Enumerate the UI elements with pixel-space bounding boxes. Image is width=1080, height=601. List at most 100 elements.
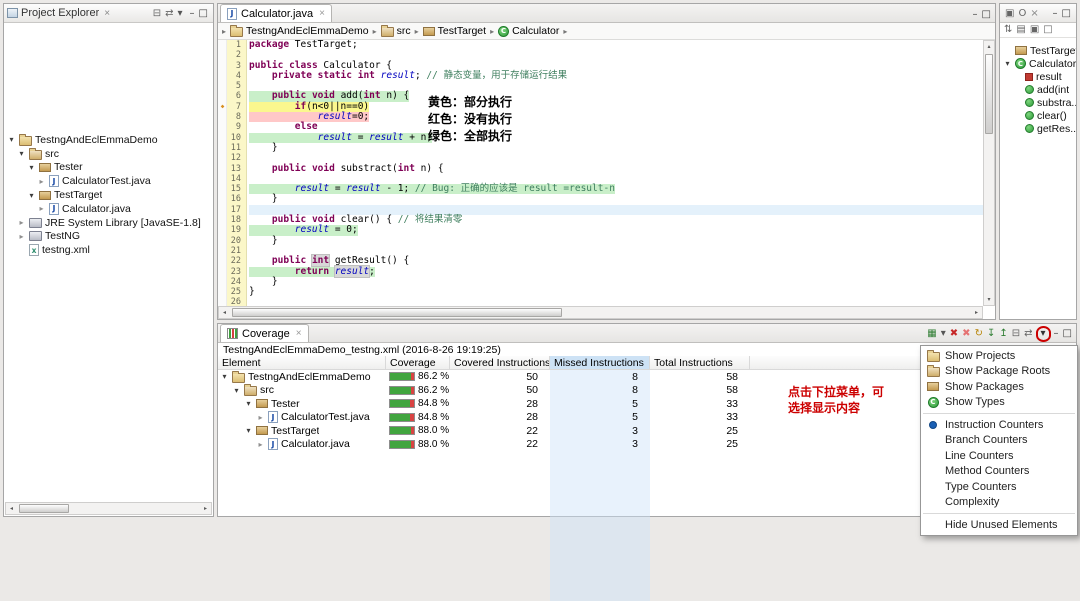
project-item-testng-xml[interactable]: testng.xml xyxy=(4,243,213,257)
scroll-up-icon[interactable]: ▴ xyxy=(984,41,995,52)
tree-toggle-icon[interactable]: ▸ xyxy=(256,413,265,422)
menu-item-instruction-counters[interactable]: Instruction Counters xyxy=(921,417,1077,433)
scrollbar-thumb[interactable] xyxy=(985,54,993,134)
session-dropdown-icon[interactable]: ▾ xyxy=(939,328,948,340)
line-number[interactable]: 16 xyxy=(227,194,244,204)
menu-item-show-types[interactable]: Show Types xyxy=(921,395,1077,411)
tab-coverage[interactable]: Coverage × xyxy=(220,324,309,342)
line-number[interactable]: 7 xyxy=(227,102,244,112)
menu-item-complexity[interactable]: Complexity xyxy=(921,495,1077,511)
collapse-all-icon[interactable]: ⊟ xyxy=(1010,328,1022,340)
code-text[interactable]: return result; xyxy=(249,267,983,277)
scroll-left-icon[interactable]: ◂ xyxy=(6,503,17,514)
tree-toggle-icon[interactable]: ▸ xyxy=(37,177,46,186)
code-text[interactable]: } xyxy=(249,194,983,204)
outline-item-result[interactable]: result xyxy=(1000,70,1076,83)
show-source-icon[interactable]: ▣ xyxy=(1003,8,1016,19)
line-number[interactable]: 22 xyxy=(227,256,244,266)
code-text[interactable]: result = result + n; xyxy=(249,133,983,143)
code-text[interactable]: public void clear() { // 将结果清零 xyxy=(249,215,983,225)
line-number[interactable]: 11 xyxy=(227,143,244,153)
tree-toggle-icon[interactable]: ▾ xyxy=(7,135,16,144)
collapse-all-icon[interactable]: ⊟ xyxy=(151,8,163,19)
project-item-jre-system-library-javase-1-8[interactable]: ▸JRE System Library [JavaSE-1.8] xyxy=(4,216,213,230)
line-number[interactable]: 5 xyxy=(227,81,244,91)
project-item-testtarget[interactable]: ▾TestTarget xyxy=(4,188,213,202)
project-item-tester[interactable]: ▾Tester xyxy=(4,161,213,175)
minimize-icon[interactable]: – xyxy=(971,9,980,20)
tree-toggle-icon[interactable]: ▾ xyxy=(27,163,36,172)
close-icon[interactable]: × xyxy=(294,328,302,339)
menu-item-type-counters[interactable]: Type Counters xyxy=(921,479,1077,495)
code-text[interactable]: result=0; xyxy=(249,112,983,122)
project-item-calculator-java[interactable]: ▸Calculator.java xyxy=(4,202,213,216)
new-session-icon[interactable]: ▦ xyxy=(925,328,938,340)
line-number[interactable]: 15 xyxy=(227,184,244,194)
breadcrumb-item-testngandeclemmademo[interactable]: TestngAndEclEmmaDemo xyxy=(230,25,369,37)
menu-item-show-projects[interactable]: Show Projects xyxy=(921,348,1077,364)
code-text[interactable] xyxy=(249,297,983,306)
column-header-element[interactable]: Element xyxy=(218,356,386,369)
column-header-missed-instructions[interactable]: Missed Instructions xyxy=(550,356,650,369)
maximize-icon[interactable]: □ xyxy=(197,8,210,19)
scrollbar-thumb[interactable] xyxy=(19,504,69,513)
column-header-total-instructions[interactable]: Total Instructions xyxy=(650,356,750,369)
breadcrumb-toggle-icon[interactable]: ▸ xyxy=(222,27,226,36)
code-text[interactable]: result = result - 1; // Bug: 正确的应该是 resu… xyxy=(249,184,983,194)
hide-static-members-icon[interactable]: ▣ xyxy=(1028,24,1041,36)
view-menu-icon[interactable]: ▾ xyxy=(176,8,185,19)
maximize-icon[interactable]: □ xyxy=(980,9,993,20)
code-text[interactable]: package TestTarget; xyxy=(249,40,983,50)
menu-item-show-package-roots[interactable]: Show Package Roots xyxy=(921,364,1077,380)
remove-session-icon[interactable]: ✖ xyxy=(948,328,960,340)
code-text[interactable]: public void substract(int n) { xyxy=(249,164,983,174)
code-text[interactable]: result = 0; xyxy=(249,225,983,235)
hide-non-public-members-icon[interactable]: □ xyxy=(1041,24,1054,36)
line-number[interactable]: 9 xyxy=(227,122,244,132)
close-icon[interactable]: × xyxy=(1028,8,1040,19)
tree-toggle-icon[interactable]: ▾ xyxy=(244,399,253,408)
minimize-icon[interactable]: – xyxy=(1052,328,1061,340)
tab-calculator-java[interactable]: Calculator.java × xyxy=(220,4,332,22)
tree-toggle-icon[interactable]: ▾ xyxy=(220,372,229,381)
horizontal-scrollbar[interactable]: ◂▸ xyxy=(5,502,212,515)
scrollbar-track[interactable] xyxy=(230,307,971,318)
line-number[interactable]: 19 xyxy=(227,225,244,235)
breadcrumb-item-calculator[interactable]: Calculator xyxy=(498,25,559,37)
project-item-testngandeclemmademo[interactable]: ▾TestngAndEclEmmaDemo xyxy=(4,133,213,147)
outline-item-clear[interactable]: clear() xyxy=(1000,109,1076,122)
line-number[interactable]: 21 xyxy=(227,246,244,256)
code-editor[interactable]: 1package TestTarget;23public class Calcu… xyxy=(218,40,983,306)
minimize-icon[interactable]: – xyxy=(1051,8,1060,19)
menu-item-line-counters[interactable]: Line Counters xyxy=(921,448,1077,464)
line-number[interactable]: 12 xyxy=(227,153,244,163)
tree-toggle-icon[interactable]: ▾ xyxy=(232,386,241,395)
menu-item-branch-counters[interactable]: Branch Counters xyxy=(921,433,1077,449)
code-text[interactable]: public int getResult() { xyxy=(249,256,983,266)
menu-item-hide-unused-elements[interactable]: Hide Unused Elements xyxy=(921,517,1077,533)
link-with-editor-icon[interactable]: ⇄ xyxy=(163,8,175,19)
scroll-right-icon[interactable]: ▸ xyxy=(200,503,211,514)
line-number[interactable]: 18 xyxy=(227,215,244,225)
hide-fields-icon[interactable]: ▤ xyxy=(1014,24,1027,36)
scroll-left-icon[interactable]: ◂ xyxy=(219,307,230,318)
export-session-icon[interactable]: ↥ xyxy=(997,328,1009,340)
line-number[interactable]: 10 xyxy=(227,133,244,143)
vertical-scrollbar[interactable]: ▴▾ xyxy=(983,40,995,306)
line-number[interactable]: 25 xyxy=(227,287,244,297)
tree-toggle-icon[interactable]: ▸ xyxy=(17,232,26,241)
breadcrumb-item-testtarget[interactable]: TestTarget xyxy=(423,25,486,37)
outline-item-testtarget[interactable]: TestTarget xyxy=(1000,44,1076,57)
link-with-selection-icon[interactable]: ⇄ xyxy=(1022,328,1034,340)
minimize-icon[interactable]: – xyxy=(188,8,197,19)
menu-item-show-packages[interactable]: Show Packages xyxy=(921,379,1077,395)
scrollbar-thumb[interactable] xyxy=(232,308,562,317)
maximize-icon[interactable]: □ xyxy=(1061,328,1074,340)
close-icon[interactable]: × xyxy=(102,8,112,19)
tree-toggle-icon[interactable]: ▾ xyxy=(1003,59,1012,68)
tree-toggle-icon[interactable]: ▸ xyxy=(17,218,26,227)
tree-toggle-icon[interactable]: ▸ xyxy=(37,204,46,213)
line-number[interactable]: 26 xyxy=(227,297,244,306)
outline-item-getres[interactable]: getRes... xyxy=(1000,122,1076,135)
scrollbar-track[interactable] xyxy=(17,503,200,514)
